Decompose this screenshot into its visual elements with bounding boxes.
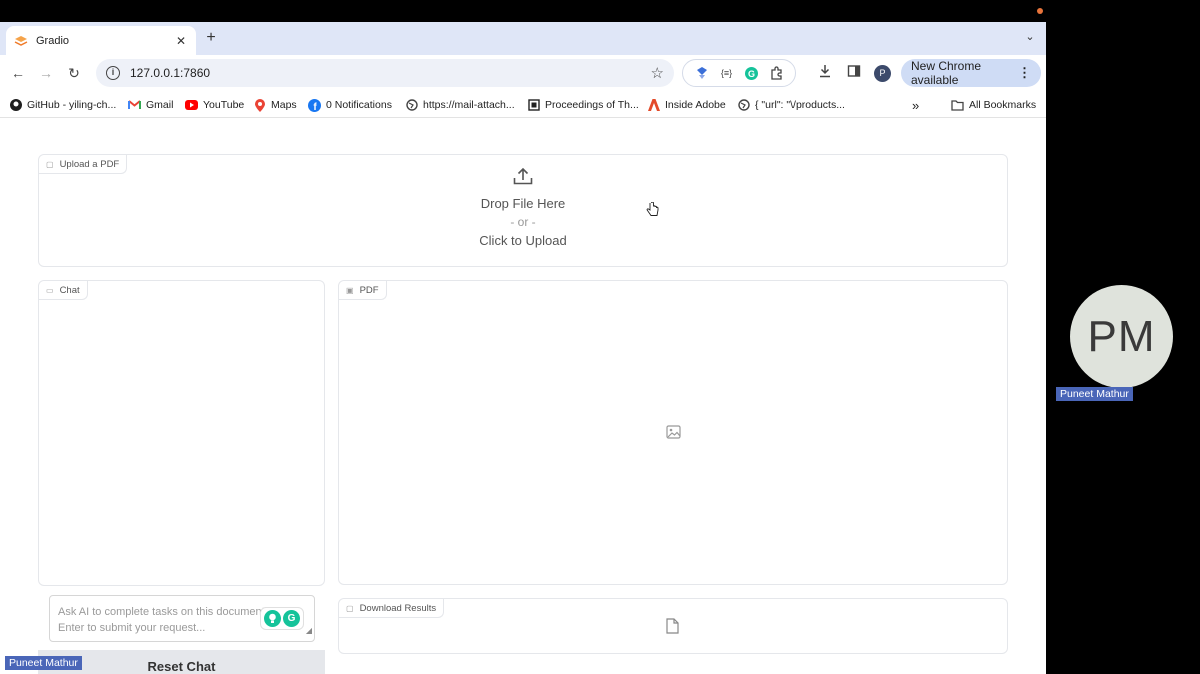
chevron-down-icon[interactable]: ⌄	[1022, 30, 1038, 46]
bookmark-maps[interactable]: Maps	[253, 97, 297, 113]
bookmark-label: Proceedings of Th...	[545, 99, 639, 111]
grammarly-widget[interactable]: G	[260, 607, 304, 630]
address-bar[interactable]: i 127.0.0.1:7860 ☆	[96, 59, 674, 87]
bookmark-label: YouTube	[203, 99, 245, 111]
bookmark-mail-attach[interactable]: https://mail-attach...	[405, 97, 515, 113]
drop-file-text: Drop File Here	[480, 196, 566, 211]
bookmark-label: { "url": "\/products...	[755, 99, 845, 111]
click-to-upload-text[interactable]: Click to Upload	[479, 233, 566, 248]
gradio-favicon-icon	[14, 35, 28, 47]
globe-icon	[737, 99, 750, 112]
github-icon	[9, 99, 22, 112]
tab-title: Gradio	[36, 34, 70, 47]
bookmark-label: Inside Adobe	[665, 99, 726, 111]
image-icon: ▣	[346, 285, 354, 295]
bookmark-url-products[interactable]: { "url": "\/products...	[737, 97, 845, 113]
bookmark-github[interactable]: GitHub - yiling-ch...	[9, 97, 116, 113]
image-placeholder-icon	[666, 425, 681, 439]
reload-icon[interactable]: ↻	[64, 63, 84, 83]
bookmark-gmail[interactable]: Gmail	[128, 97, 173, 113]
or-text: - or -	[510, 215, 536, 229]
screen: Gradio ✕ + ⌄ ← → ↻ i 127.0.0.1:7860 ☆ {≡…	[0, 0, 1200, 674]
more-bookmarks-icon[interactable]: »	[912, 97, 919, 113]
bookmark-label: Maps	[271, 99, 297, 111]
extensions-puzzle-icon[interactable]	[769, 65, 785, 81]
pdf-label: ▣ PDF	[339, 281, 387, 300]
new-chrome-available-button[interactable]: New Chrome available ⋮	[901, 59, 1041, 87]
site-info-icon[interactable]: i	[106, 66, 120, 80]
bookmark-label: 0 Notifications	[326, 99, 392, 111]
resize-handle-icon[interactable]: ◢	[306, 623, 312, 639]
adobe-icon	[647, 99, 660, 112]
lightbulb-icon[interactable]	[264, 610, 281, 627]
grammarly-icon[interactable]: G	[283, 610, 300, 627]
upload-dropzone[interactable]: Drop File Here - or - Click to Upload	[39, 155, 1007, 266]
new-tab-icon[interactable]: +	[202, 29, 220, 47]
self-name-tag: Puneet Mathur	[5, 656, 82, 670]
chat-input[interactable]: Ask AI to complete tasks on this documen…	[49, 595, 315, 642]
file-icon: ▢	[346, 603, 354, 613]
hand-cursor-icon	[646, 201, 659, 222]
download-icon[interactable]	[816, 64, 834, 82]
file-placeholder-icon	[666, 618, 679, 634]
download-results-block: ▢ Download Results	[338, 598, 1008, 654]
browser-window: Gradio ✕ + ⌄ ← → ↻ i 127.0.0.1:7860 ☆ {≡…	[0, 22, 1046, 674]
bookmark-label: Gmail	[146, 99, 174, 111]
browser-toolbar: ← → ↻ i 127.0.0.1:7860 ☆ {≡} G P New Chr…	[0, 55, 1046, 91]
bookmark-notifications[interactable]: f 0 Notifications	[308, 97, 392, 113]
all-bookmarks-button[interactable]: All Bookmarks	[951, 97, 1036, 113]
tab-strip: Gradio ✕ + ⌄	[0, 22, 1046, 55]
folder-icon	[951, 99, 964, 112]
close-tab-icon[interactable]: ✕	[174, 34, 188, 48]
bookmark-inside-adobe[interactable]: Inside Adobe	[647, 97, 726, 113]
back-icon[interactable]: ←	[8, 63, 28, 83]
bookmark-proceedings[interactable]: Proceedings of Th...	[527, 97, 639, 113]
extension-shield-icon[interactable]	[694, 65, 710, 81]
all-bookmarks-label: All Bookmarks	[969, 99, 1037, 111]
participant-name-tag: Puneet Mathur	[1056, 387, 1133, 401]
youtube-icon	[185, 99, 198, 112]
gradio-app: ▢ Upload a PDF Drop File Here - or - Cli…	[0, 118, 1046, 674]
bookmark-label: GitHub - yiling-ch...	[27, 99, 117, 111]
chat-icon: ▭	[46, 285, 54, 295]
bookmarks-bar: GitHub - yiling-ch... Gmail YouTube Maps…	[0, 91, 1046, 118]
facebook-icon: f	[308, 98, 321, 112]
maps-icon	[253, 98, 266, 112]
participant-avatar: PM	[1070, 285, 1173, 388]
bookmark-youtube[interactable]: YouTube	[185, 97, 244, 113]
gmail-icon	[128, 99, 141, 112]
bookmark-star-icon[interactable]: ☆	[651, 64, 664, 82]
download-results-label: ▢ Download Results	[339, 599, 445, 618]
pdf-block: ▣ PDF	[338, 280, 1008, 585]
update-button-label: New Chrome available	[911, 59, 982, 87]
chat-label: ▭ Chat	[39, 281, 88, 300]
upload-icon	[513, 167, 533, 190]
more-menu-icon[interactable]: ⋮	[1018, 65, 1031, 81]
tab-gradio[interactable]: Gradio ✕	[6, 26, 196, 55]
recording-indicator-icon	[1037, 8, 1043, 14]
page-icon	[527, 99, 540, 112]
extension-code-icon[interactable]: {≡}	[719, 65, 735, 81]
svg-text:G: G	[748, 69, 755, 79]
chat-block: ▭ Chat	[38, 280, 325, 586]
extensions-group: {≡} G	[682, 59, 796, 87]
url-text[interactable]: 127.0.0.1:7860	[130, 66, 651, 80]
grammarly-extension-icon[interactable]: G	[744, 65, 760, 81]
globe-icon	[405, 99, 418, 112]
upload-pdf-block[interactable]: ▢ Upload a PDF Drop File Here - or - Cli…	[38, 154, 1008, 267]
side-panel-icon[interactable]	[845, 64, 863, 82]
bookmark-label: https://mail-attach...	[423, 99, 515, 111]
forward-icon[interactable]: →	[36, 63, 56, 83]
profile-avatar[interactable]: P	[874, 65, 891, 82]
